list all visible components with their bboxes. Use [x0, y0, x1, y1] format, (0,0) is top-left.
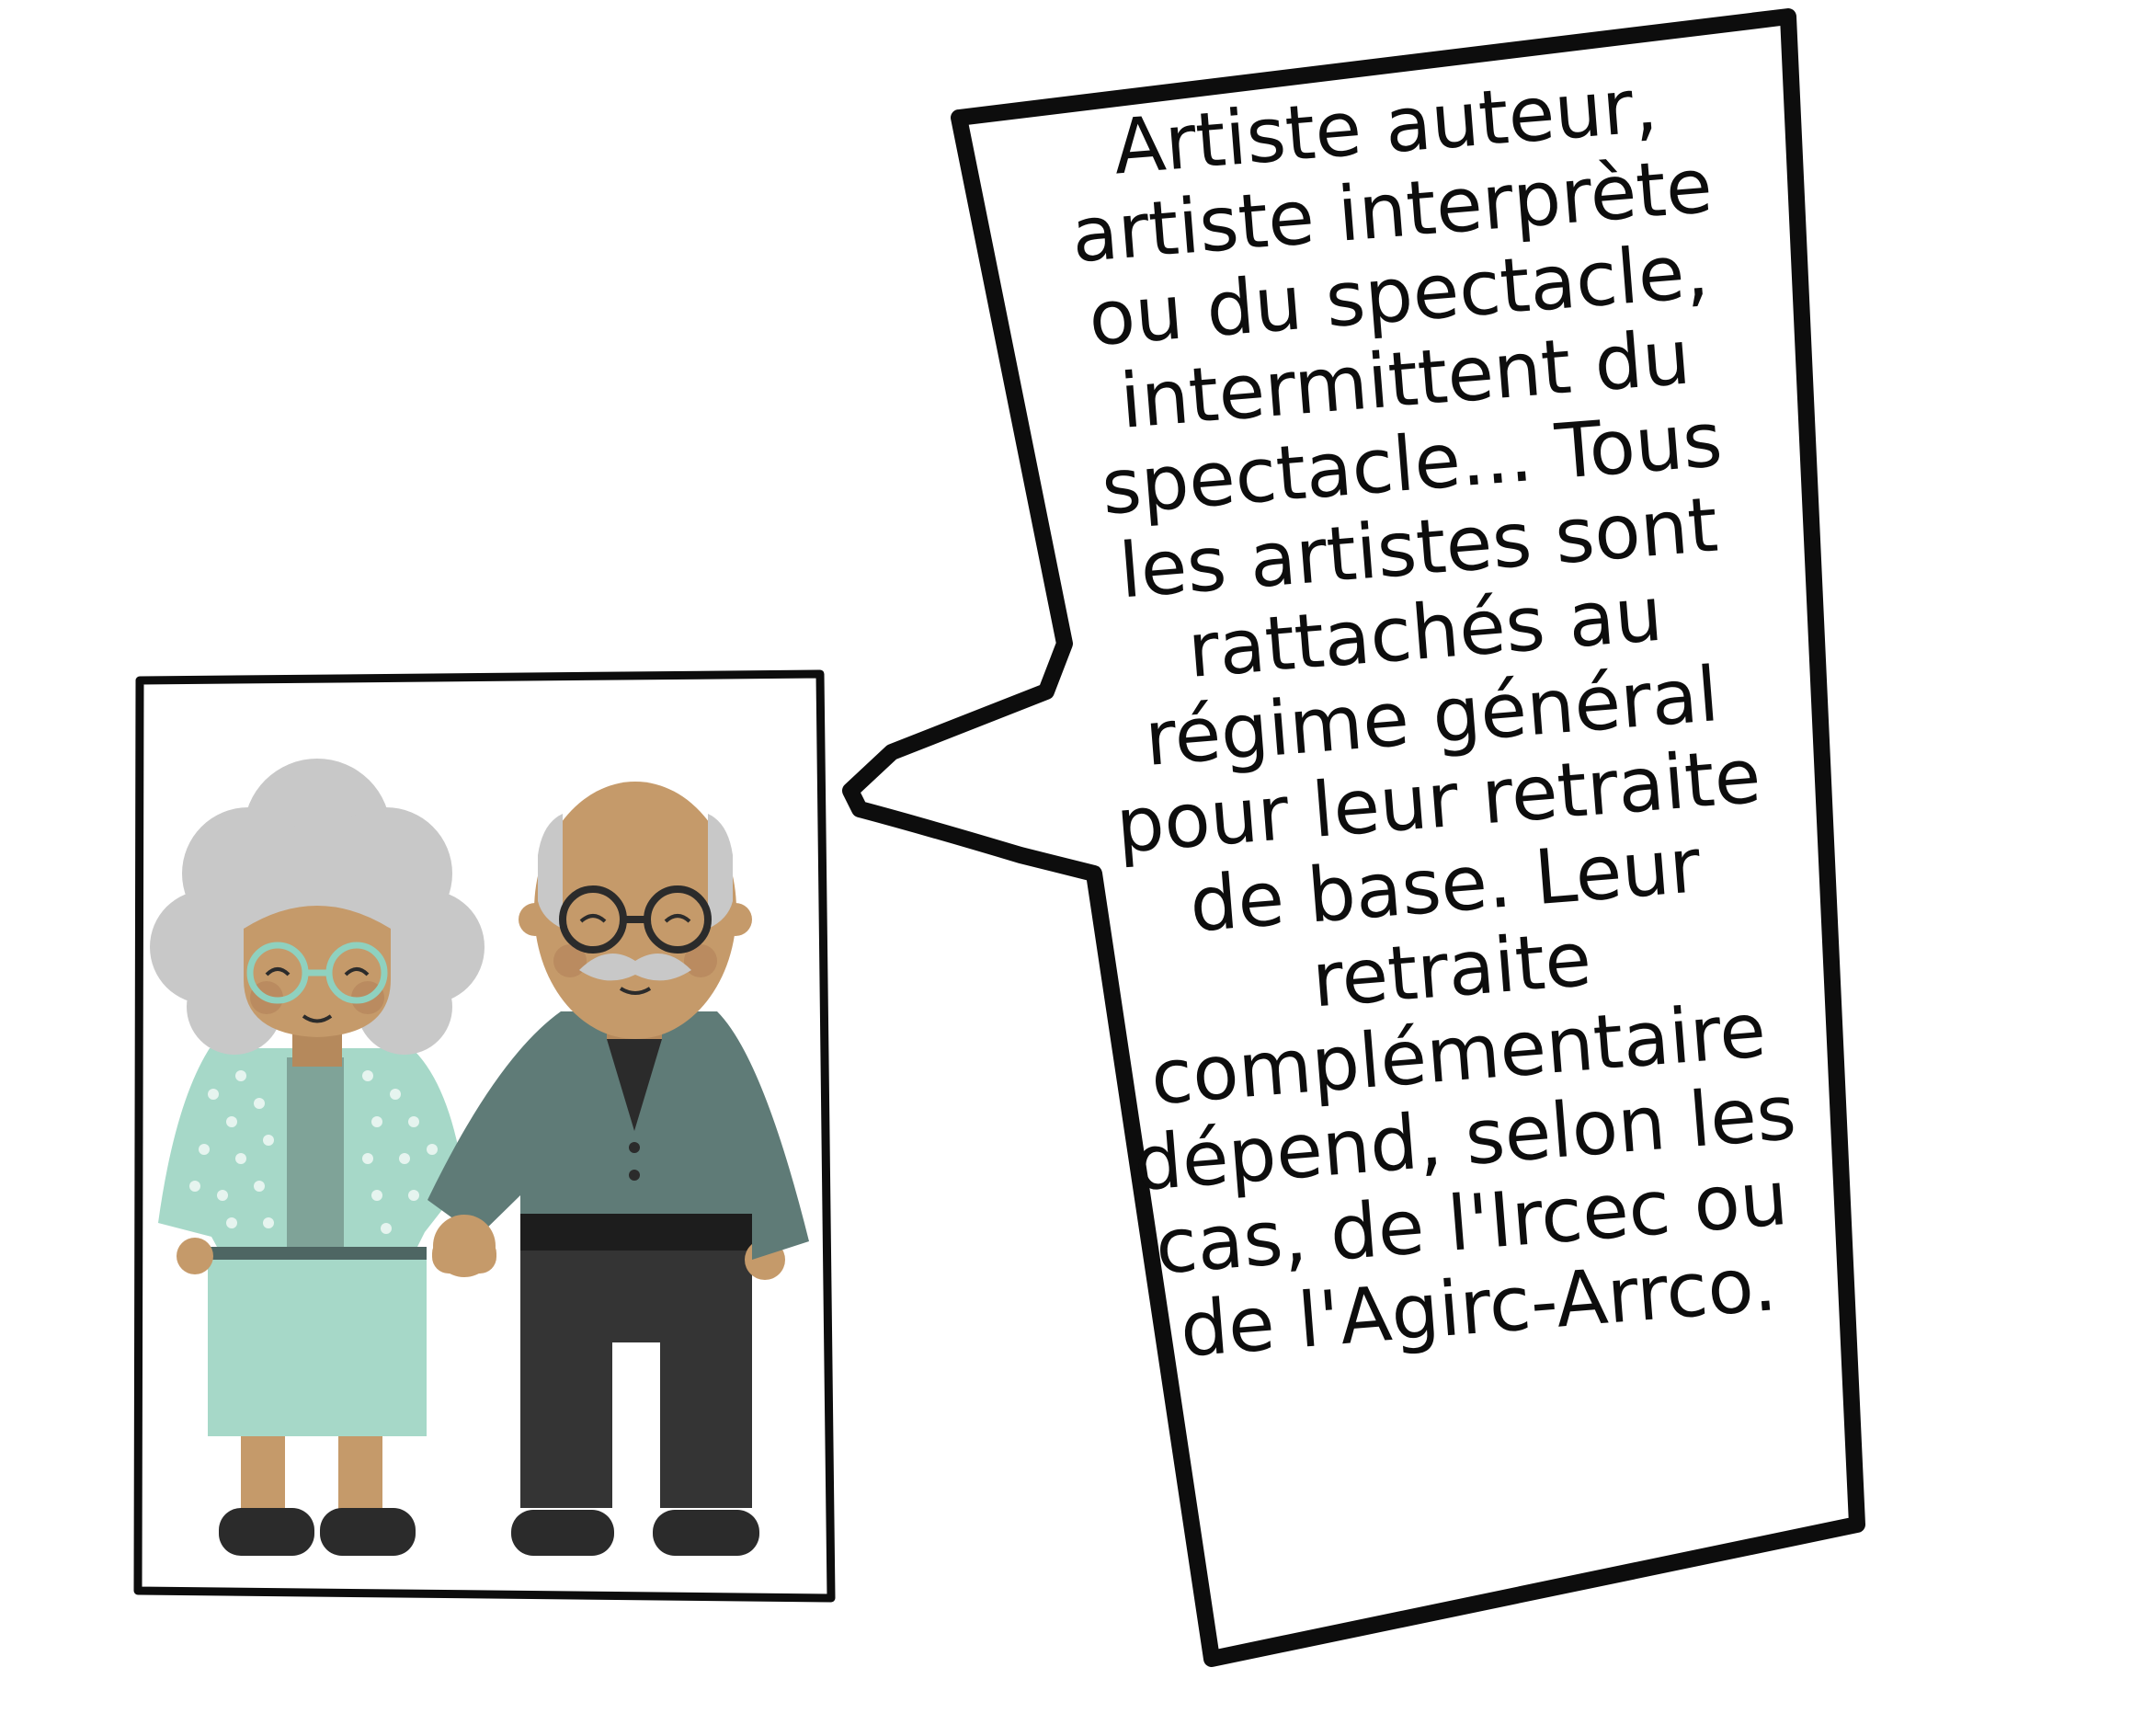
man-shoe-left [511, 1510, 614, 1556]
woman-shoe-right [320, 1508, 416, 1556]
man-shoe-right [653, 1510, 759, 1556]
woman-shoe-left [219, 1508, 314, 1556]
woman-skirt [208, 1254, 427, 1436]
speech-bubble-text: Artiste auteur, artiste interprète ou du… [970, 52, 1918, 1675]
